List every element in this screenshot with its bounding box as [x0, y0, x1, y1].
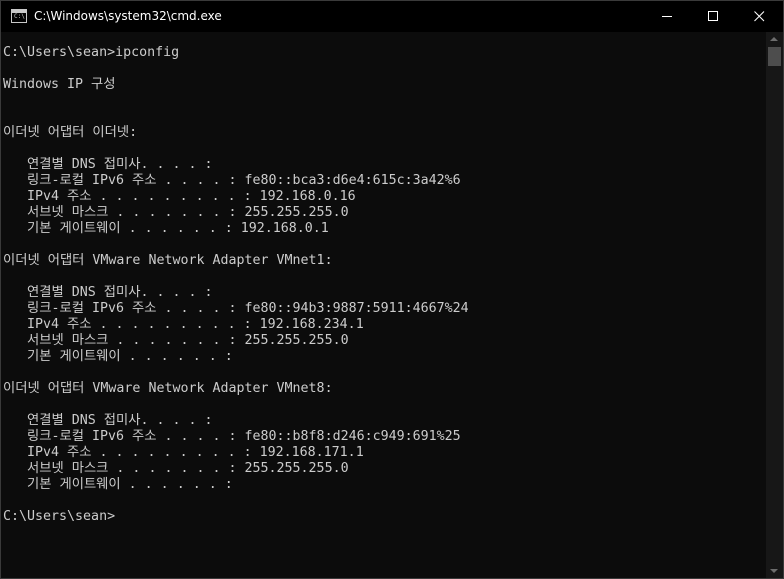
- console-line: 서브넷 마스크 . . . . . . . : 255.255.255.0: [3, 461, 349, 476]
- console-line: IPv4 주소 . . . . . . . . . : 192.168.0.16: [3, 189, 356, 204]
- console-line: C:\Users\sean>ipconfig: [3, 45, 180, 60]
- cmd-window: C:\ C:\Windows\system32\cmd.exe C:\Users…: [0, 0, 784, 579]
- console-line: 링크-로컬 IPv6 주소 . . . . : fe80::bca3:d6e4:…: [3, 173, 461, 188]
- scroll-down-icon[interactable]: [770, 569, 778, 573]
- console-line: 이더넷 어댑터 이더넷:: [3, 125, 138, 140]
- console-line: 연결별 DNS 접미사. . . . :: [3, 413, 213, 428]
- console-line: 링크-로컬 IPv6 주소 . . . . : fe80::94b3:9887:…: [3, 301, 469, 316]
- console-line: 기본 게이트웨이 . . . . . . :: [3, 477, 233, 492]
- cmd-icon[interactable]: C:\: [11, 9, 27, 23]
- close-icon: [754, 11, 765, 22]
- vertical-scrollbar[interactable]: [766, 32, 783, 578]
- scroll-up-icon[interactable]: [770, 37, 778, 41]
- console-line: 연결별 DNS 접미사. . . . :: [3, 285, 213, 300]
- title-bar[interactable]: C:\ C:\Windows\system32\cmd.exe: [1, 1, 783, 32]
- console-line: IPv4 주소 . . . . . . . . . : 192.168.171.…: [3, 445, 364, 460]
- console-line: 링크-로컬 IPv6 주소 . . . . : fe80::b8f8:d246:…: [3, 429, 461, 444]
- cmd-icon-text: C:\: [14, 13, 25, 20]
- console-line: C:\Users\sean>: [3, 509, 116, 524]
- minimize-icon: [662, 16, 672, 17]
- maximize-button[interactable]: [691, 1, 737, 32]
- console-line: 이더넷 어댑터 VMware Network Adapter VMnet1:: [3, 253, 333, 268]
- console-line: 이더넷 어댑터 VMware Network Adapter VMnet8:: [3, 381, 333, 396]
- console-line: Windows IP 구성: [3, 77, 116, 92]
- console-line: 기본 게이트웨이 . . . . . . :: [3, 349, 233, 364]
- console-line: 연결별 DNS 접미사. . . . :: [3, 157, 213, 172]
- close-button[interactable]: [737, 1, 783, 32]
- maximize-icon: [708, 11, 718, 21]
- console-output[interactable]: C:\Users\sean>ipconfig Windows IP 구성이더넷 어…: [1, 32, 766, 578]
- console-line: IPv4 주소 . . . . . . . . . : 192.168.234.…: [3, 317, 364, 332]
- scrollbar-thumb[interactable]: [768, 47, 781, 66]
- minimize-button[interactable]: [645, 1, 691, 32]
- window-title: C:\Windows\system32\cmd.exe: [34, 9, 222, 23]
- console-line: 서브넷 마스크 . . . . . . . : 255.255.255.0: [3, 205, 349, 220]
- console-lines: C:\Users\sean>ipconfig Windows IP 구성이더넷 어…: [3, 45, 469, 525]
- console-line: 서브넷 마스크 . . . . . . . : 255.255.255.0: [3, 333, 349, 348]
- console-line: 기본 게이트웨이 . . . . . . : 192.168.0.1: [3, 221, 329, 236]
